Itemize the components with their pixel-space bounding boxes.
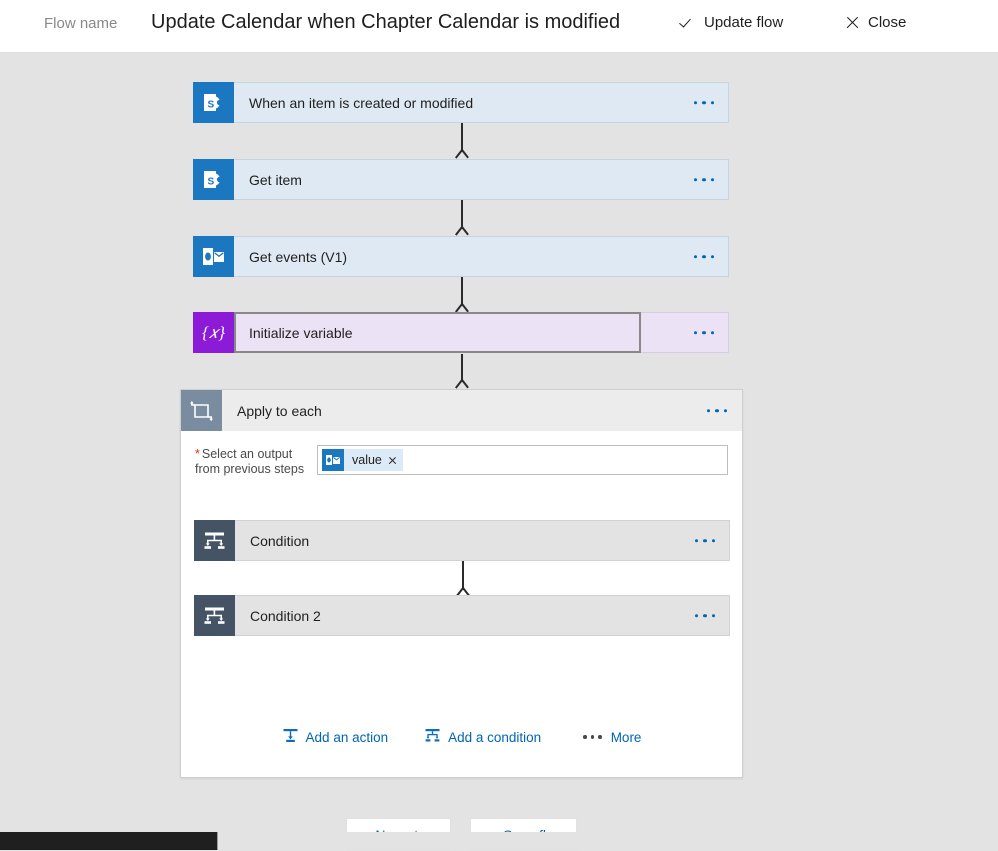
add-a-condition-label: Add a condition <box>448 729 542 745</box>
step-more-menu-button[interactable] <box>693 330 714 335</box>
sharepoint-icon: S <box>193 159 234 200</box>
flow-step-card-initialize-variable[interactable]: {𝑥} Initialize variable <box>193 312 729 353</box>
select-output-label: * Select an output from previous steps <box>195 447 325 477</box>
flow-step-card-get-item[interactable]: S Get item <box>193 159 729 200</box>
more-button[interactable]: More <box>583 730 641 745</box>
required-asterisk: * <box>195 447 200 461</box>
flow-step-title: Get item <box>249 171 302 188</box>
connector-arrow <box>455 354 469 394</box>
flow-step-title: When an item is created or modified <box>249 94 474 111</box>
loop-icon <box>181 390 222 431</box>
loop-more-menu-button[interactable] <box>706 408 727 413</box>
close-icon <box>845 15 860 30</box>
flow-step-body: Get item <box>234 159 729 200</box>
svg-text:S: S <box>208 177 215 188</box>
step-more-menu-button[interactable] <box>693 100 714 105</box>
flow-step-body: Initialize variable <box>234 312 729 353</box>
flow-step-title: Condition <box>250 532 310 549</box>
update-flow-label: Update flow <box>704 14 784 31</box>
add-condition-icon <box>424 727 441 747</box>
apply-to-each-title: Apply to each <box>237 402 322 419</box>
more-icon <box>583 735 602 739</box>
add-action-icon <box>282 727 299 747</box>
variable-icon: {𝑥} <box>193 312 234 353</box>
svg-text:S: S <box>208 100 215 111</box>
outlook-icon <box>193 236 234 277</box>
close-button[interactable]: Close <box>845 14 906 31</box>
step-more-menu-button[interactable] <box>693 254 714 259</box>
flow-step-card-condition-2[interactable]: Condition 2 <box>194 595 730 636</box>
variable-glyph: {𝑥} <box>201 322 226 342</box>
condition-icon <box>194 520 235 561</box>
horizontal-scrollbar-thumb[interactable] <box>0 832 218 850</box>
flow-title: Update Calendar when Chapter Calendar is… <box>151 11 621 33</box>
select-output-input[interactable]: value <box>317 445 728 475</box>
flow-step-card-get-events[interactable]: Get events (V1) <box>193 236 729 277</box>
add-a-condition-button[interactable]: Add a condition <box>424 727 541 747</box>
more-label: More <box>610 729 642 745</box>
step-more-menu-button[interactable] <box>693 177 714 182</box>
connector-arrow <box>455 200 469 240</box>
select-output-label-line2: from previous steps <box>195 462 305 476</box>
dynamic-content-token[interactable]: value <box>322 449 403 471</box>
step-more-menu-button[interactable] <box>694 538 715 543</box>
remove-token-icon[interactable] <box>388 456 397 465</box>
flow-step-card-condition[interactable]: Condition <box>194 520 730 561</box>
flow-step-title: Initialize variable <box>249 324 353 341</box>
condition-icon <box>194 595 235 636</box>
check-icon <box>681 15 696 30</box>
flow-step-body: Condition <box>235 520 730 561</box>
add-an-action-button[interactable]: Add an action <box>282 727 389 747</box>
add-an-action-label: Add an action <box>305 729 389 745</box>
connector-arrow <box>455 277 469 317</box>
apply-to-each-header-body: Apply to each <box>222 390 742 431</box>
flow-step-title: Get events (V1) <box>249 248 348 265</box>
flow-step-body: Get events (V1) <box>234 236 729 277</box>
flow-step-card-trigger[interactable]: S When an item is created or modified <box>193 82 729 123</box>
step-more-menu-button[interactable] <box>694 613 715 618</box>
select-output-label-line1: Select an output <box>201 447 293 461</box>
flow-name-label: Flow name <box>44 15 118 32</box>
flow-step-body: When an item is created or modified <box>234 82 729 123</box>
flow-step-body: Condition 2 <box>235 595 730 636</box>
outlook-icon <box>322 449 344 471</box>
close-label: Close <box>868 14 907 31</box>
connector-arrow <box>455 123 469 163</box>
apply-to-each-header[interactable]: Apply to each <box>181 390 742 431</box>
apply-to-each-container: Apply to each * Select an output from pre… <box>180 389 743 778</box>
flow-step-title: Condition 2 <box>250 607 321 624</box>
token-label: value <box>352 453 382 467</box>
loop-action-links: Add an action Add a condition More <box>181 720 742 754</box>
app-header: Flow name Update Calendar when Chapter C… <box>0 0 998 53</box>
sharepoint-icon: S <box>193 82 234 123</box>
select-output-row: * Select an output from previous steps v… <box>181 445 742 497</box>
flow-canvas: S When an item is created or modified S … <box>0 53 998 851</box>
update-flow-button[interactable]: Update flow <box>681 14 783 31</box>
